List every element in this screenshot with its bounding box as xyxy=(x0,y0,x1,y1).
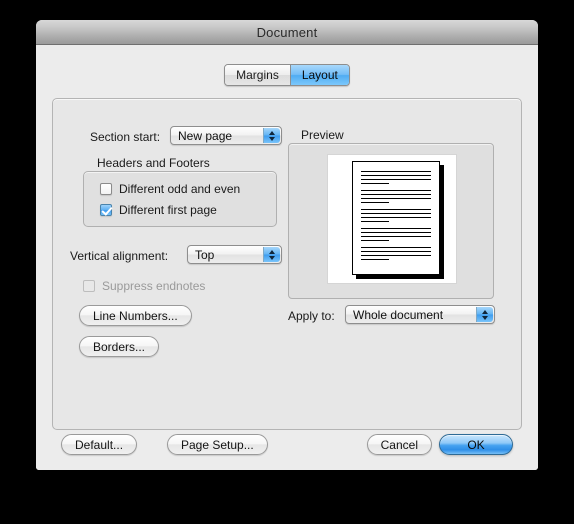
preview-text-line xyxy=(361,171,431,172)
preview-text-line xyxy=(361,255,431,256)
preview-text-line xyxy=(361,213,431,214)
chevron-down-icon xyxy=(482,315,488,320)
apply-to-stepper-arrows[interactable] xyxy=(476,307,493,322)
section-start-value: New page xyxy=(178,128,233,143)
headers-footers-group-title: Headers and Footers xyxy=(97,156,210,170)
vertical-alignment-stepper-arrows[interactable] xyxy=(263,247,280,262)
chevron-up-icon xyxy=(482,309,488,314)
dialog-button-row: Default... Page Setup... Cancel OK xyxy=(52,434,522,456)
preview-paragraph xyxy=(361,171,431,184)
checkbox-label-different-odd-even: Different odd and even xyxy=(119,182,241,196)
section-start-popup[interactable]: New page xyxy=(170,126,282,145)
preview-text-line xyxy=(361,209,431,210)
layout-tab-panel: Section start: New page Headers and Foot… xyxy=(52,98,522,430)
vertical-alignment-value: Top xyxy=(195,247,215,262)
section-start-label: Section start: xyxy=(90,130,161,144)
preview-text-line xyxy=(361,175,431,176)
window-body: Margins Layout Section start: New page H… xyxy=(36,45,538,470)
chevron-up-icon xyxy=(269,130,275,135)
preview-text-line xyxy=(361,198,431,199)
chevron-down-icon xyxy=(269,255,275,260)
checkbox-suppress-endnotes: Suppress endnotes xyxy=(83,279,205,293)
vertical-alignment-label: Vertical alignment: xyxy=(70,249,169,263)
preview-paragraph xyxy=(361,190,431,203)
preview-text-line xyxy=(361,179,431,180)
preview-text-line xyxy=(361,194,431,195)
preview-text-line-short xyxy=(361,183,389,184)
preview-paragraph xyxy=(361,209,431,222)
tab-margins[interactable]: Margins xyxy=(225,65,290,85)
default-button[interactable]: Default... xyxy=(61,434,138,455)
apply-to-value: Whole document xyxy=(353,307,444,322)
checkbox-box-different-odd-even[interactable] xyxy=(100,183,112,195)
ok-button[interactable]: OK xyxy=(439,434,513,455)
preview-text-line-short xyxy=(361,202,389,203)
page-setup-button[interactable]: Page Setup... xyxy=(167,434,268,455)
checkbox-box-different-first-page[interactable] xyxy=(100,204,112,216)
checkbox-label-different-first-page: Different first page xyxy=(119,203,217,217)
preview-text-line-short xyxy=(361,221,389,222)
checkbox-label-suppress-endnotes: Suppress endnotes xyxy=(102,279,206,293)
vertical-alignment-popup[interactable]: Top xyxy=(187,245,282,264)
preview-text-line xyxy=(361,228,431,229)
tab-layout[interactable]: Layout xyxy=(289,65,349,85)
cancel-button[interactable]: Cancel xyxy=(366,434,432,455)
preview-paragraph xyxy=(361,228,431,241)
preview-text-line-short xyxy=(361,259,389,260)
preview-paragraph xyxy=(361,247,431,260)
preview-box xyxy=(288,143,494,299)
preview-text-line xyxy=(361,247,431,248)
chevron-down-icon xyxy=(269,136,275,141)
apply-to-label: Apply to: xyxy=(288,309,335,323)
preview-text-line xyxy=(361,217,431,218)
headers-footers-groupbox: Different odd and even Different first p… xyxy=(83,171,277,227)
document-dialog-window: Document Margins Layout Section start: N… xyxy=(36,20,538,470)
checkbox-box-suppress-endnotes xyxy=(83,280,95,292)
preview-text-line-short xyxy=(361,240,389,241)
section-start-stepper-arrows[interactable] xyxy=(263,128,280,143)
window-title: Document xyxy=(256,24,318,40)
preview-text-line xyxy=(361,236,431,237)
preview-canvas xyxy=(327,154,457,284)
preview-text-line xyxy=(361,251,431,252)
window-titlebar: Document xyxy=(36,20,538,45)
preview-label: Preview xyxy=(301,128,344,142)
preview-text-line xyxy=(361,232,431,233)
preview-text-line xyxy=(361,190,431,191)
preview-page xyxy=(352,161,440,275)
apply-to-popup[interactable]: Whole document xyxy=(345,305,495,324)
line-numbers-button[interactable]: Line Numbers... xyxy=(79,305,192,326)
checkbox-different-odd-even[interactable]: Different odd and even xyxy=(100,182,240,196)
tab-bar: Margins Layout xyxy=(36,64,538,86)
checkbox-different-first-page[interactable]: Different first page xyxy=(100,203,217,217)
chevron-up-icon xyxy=(269,249,275,254)
borders-button[interactable]: Borders... xyxy=(79,336,160,357)
tab-group: Margins Layout xyxy=(224,64,350,86)
